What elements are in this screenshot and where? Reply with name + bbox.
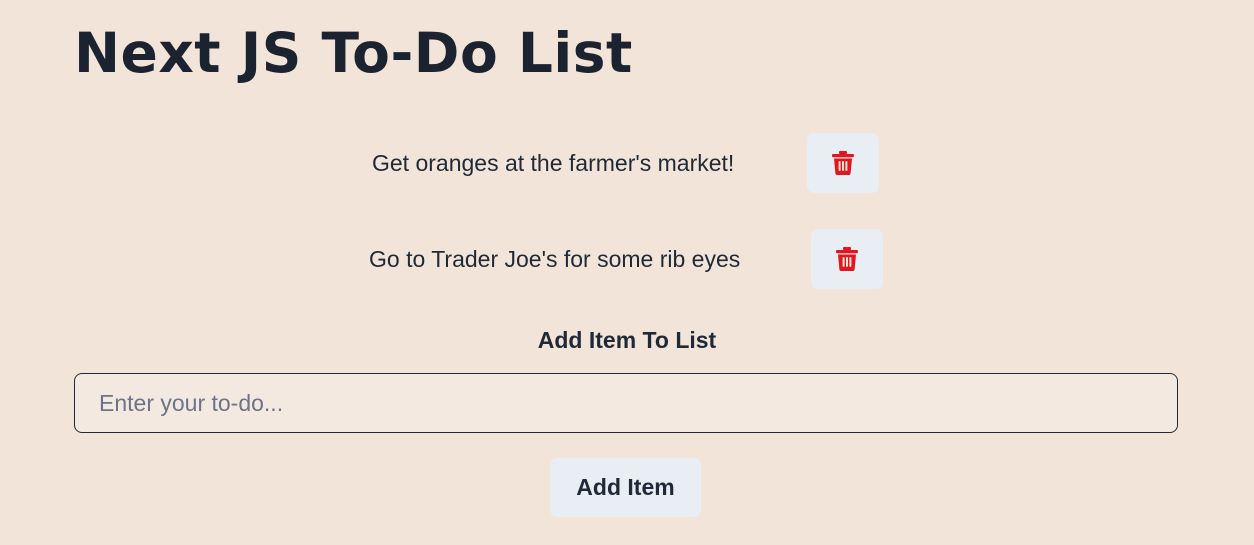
todo-text: Go to Trader Joe's for some rib eyes — [369, 245, 741, 272]
todo-item: Go to Trader Joe's for some rib eyes — [369, 229, 883, 289]
trash-icon — [836, 247, 858, 271]
todo-input[interactable] — [74, 373, 1178, 433]
add-item-heading: Add Item To List — [537, 327, 717, 353]
todo-text: Get oranges at the farmer's market! — [372, 149, 735, 176]
todo-item: Get oranges at the farmer's market! — [372, 133, 879, 193]
page-title: Next JS To-Do List — [74, 21, 633, 85]
add-item-button[interactable]: Add Item — [550, 458, 701, 517]
delete-button[interactable] — [807, 133, 879, 193]
delete-button[interactable] — [811, 229, 883, 289]
trash-icon — [832, 151, 854, 175]
